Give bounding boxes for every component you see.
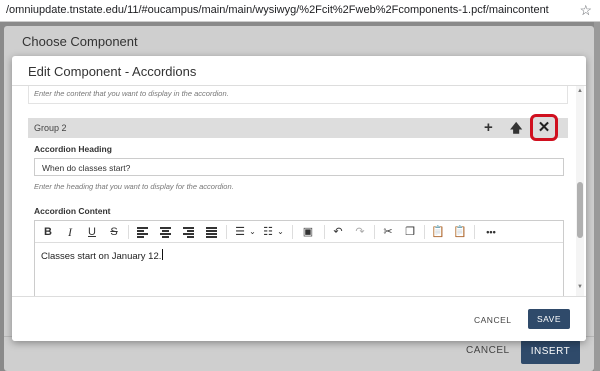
- chevron-down-icon[interactable]: ⌄: [276, 221, 285, 243]
- editor-content[interactable]: Classes start on January 12.: [41, 249, 164, 262]
- underline-button[interactable]: U: [85, 221, 99, 243]
- toolbar-separator: [292, 225, 293, 239]
- bullet-list-icon[interactable]: ☰: [233, 221, 247, 243]
- italic-button[interactable]: I: [63, 221, 77, 243]
- group-label: Group 2: [34, 123, 67, 133]
- toolbar-separator: [324, 225, 325, 239]
- close-icon[interactable]: ✕: [530, 114, 558, 141]
- accordion-heading-input[interactable]: When do classes start?: [34, 158, 564, 176]
- dialog-header: Edit Component - Accordions: [12, 56, 586, 86]
- image-icon[interactable]: ▣: [301, 221, 315, 243]
- arrow-up-icon[interactable]: 🡅: [510, 118, 522, 138]
- align-left-icon[interactable]: [137, 227, 148, 238]
- chevron-down-icon[interactable]: ⌄: [248, 221, 257, 243]
- toolbar-separator: [474, 225, 475, 239]
- dialog-body[interactable]: Enter the content that you want to displ…: [12, 86, 586, 296]
- outer-cancel-button[interactable]: CANCEL: [466, 345, 510, 356]
- accordion-heading-label: Accordion Heading: [34, 144, 112, 154]
- edit-component-title: Edit Component - Accordions: [28, 64, 197, 79]
- accordion-heading-hint: Enter the heading that you want to displ…: [34, 182, 234, 191]
- rich-text-editor[interactable]: B I U S ☰ ⌄ ☷ ⌄ ▣ ↶ ↷ ✂ ❐ 📋 📋 ••• Classe…: [34, 220, 564, 296]
- cut-icon[interactable]: ✂: [381, 221, 395, 243]
- paste-icon[interactable]: 📋: [431, 221, 445, 243]
- copy-icon[interactable]: ❐: [403, 221, 417, 243]
- page-edge: [594, 22, 600, 371]
- bold-button[interactable]: B: [41, 221, 55, 243]
- scroll-up-icon[interactable]: ▲: [577, 88, 583, 94]
- toolbar-separator: [226, 225, 227, 239]
- choose-component-title: Choose Component: [22, 34, 138, 49]
- plus-icon[interactable]: +: [484, 118, 493, 138]
- accordion-heading-value[interactable]: When do classes start?: [42, 163, 130, 173]
- more-icon[interactable]: •••: [481, 221, 501, 243]
- undo-icon[interactable]: ↶: [331, 221, 345, 243]
- text-caret: [162, 249, 164, 260]
- align-right-icon[interactable]: [183, 227, 194, 238]
- redo-icon[interactable]: ↷: [353, 221, 367, 243]
- cancel-button[interactable]: CANCEL: [474, 315, 511, 325]
- previous-content-hint: Enter the content that you want to displ…: [34, 89, 229, 98]
- editor-toolbar: B I U S ☰ ⌄ ☷ ⌄ ▣ ↶ ↷ ✂ ❐ 📋 📋 •••: [35, 221, 563, 243]
- accordion-content-text[interactable]: Classes start on January 12.: [41, 251, 161, 262]
- toolbar-separator: [128, 225, 129, 239]
- group-header[interactable]: Group 2 + 🡅 ✕: [28, 114, 568, 141]
- url-text[interactable]: /omniupdate.tnstate.edu/11/#oucampus/mai…: [6, 4, 549, 16]
- align-center-icon[interactable]: [160, 227, 171, 238]
- scroll-down-icon[interactable]: ▼: [577, 284, 583, 290]
- accordion-content-label: Accordion Content: [34, 206, 111, 216]
- browser-address-bar[interactable]: /omniupdate.tnstate.edu/11/#oucampus/mai…: [0, 0, 600, 22]
- insert-button[interactable]: INSERT: [521, 340, 580, 364]
- align-justify-icon[interactable]: [206, 227, 217, 238]
- toolbar-separator: [424, 225, 425, 239]
- strikethrough-button[interactable]: S: [107, 221, 121, 243]
- dialog-footer: CANCEL SAVE: [12, 296, 586, 341]
- scrollbar-thumb[interactable]: [577, 182, 583, 238]
- paste-as-text-icon[interactable]: 📋: [453, 221, 467, 243]
- bookmark-star-icon[interactable]: ☆: [579, 2, 592, 19]
- edit-component-dialog: Edit Component - Accordions Enter the co…: [12, 56, 586, 341]
- numbered-list-icon[interactable]: ☷: [261, 221, 275, 243]
- toolbar-separator: [374, 225, 375, 239]
- dialog-scrollbar[interactable]: ▲ ▼: [576, 86, 584, 296]
- save-button[interactable]: SAVE: [528, 309, 570, 329]
